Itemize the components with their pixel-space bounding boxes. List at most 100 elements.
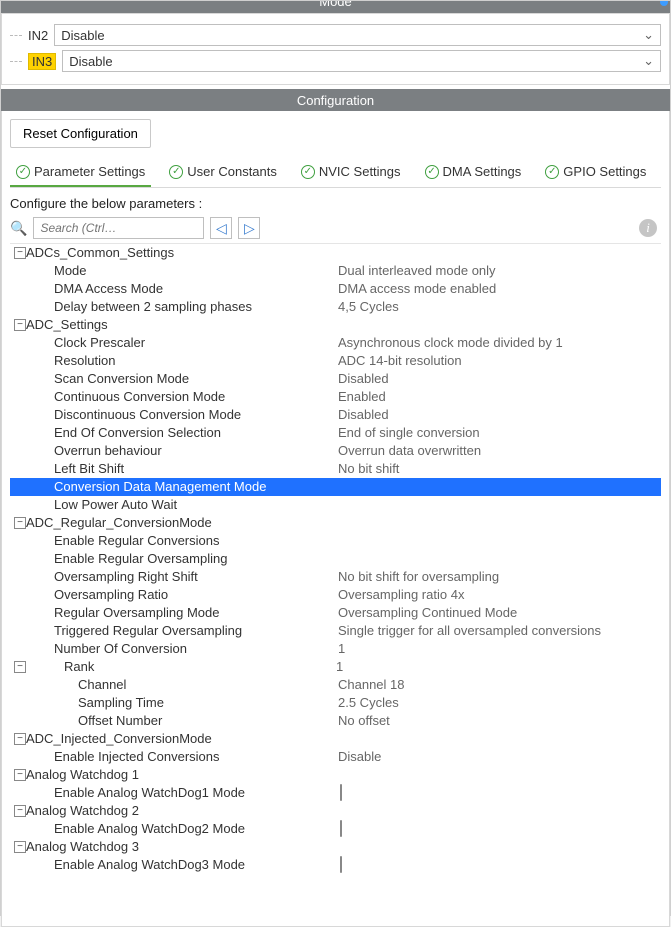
tree-row-label: Left Bit Shift xyxy=(28,460,338,478)
tree-param-row[interactable]: Triggered Regular OversamplingSingle tri… xyxy=(10,622,661,640)
tree-param-row[interactable]: Enable Analog WatchDog2 Mode xyxy=(10,820,661,838)
tree-param-row[interactable]: Left Bit ShiftNo bit shift xyxy=(10,460,661,478)
parameter-tree: −ADCs_Common_SettingsModeDual interleave… xyxy=(10,243,661,874)
tree-param-row[interactable]: ModeDual interleaved mode only xyxy=(10,262,661,280)
tree-param-row[interactable]: Number Of Conversion1 xyxy=(10,640,661,658)
search-input[interactable] xyxy=(33,217,204,239)
tree-row-label: Number Of Conversion xyxy=(28,640,338,658)
tree-param-row[interactable]: ChannelChannel 18 xyxy=(10,676,661,694)
tree-row-value[interactable] xyxy=(338,856,661,874)
tree-param-row[interactable]: Regular Oversampling ModeOversampling Co… xyxy=(10,604,661,622)
tree-param-row[interactable]: Low Power Auto Wait xyxy=(10,496,661,514)
tree-group-row[interactable]: −ADC_Settings xyxy=(10,316,661,334)
tree-param-row[interactable]: Delay between 2 sampling phases4,5 Cycle… xyxy=(10,298,661,316)
tab-dma-settings[interactable]: ✓DMA Settings xyxy=(419,158,528,187)
tree-row-label: Oversampling Ratio xyxy=(28,586,338,604)
tree-group-row[interactable]: −ADC_Injected_ConversionMode xyxy=(10,730,661,748)
tree-row-value: Oversampling Continued Mode xyxy=(338,604,661,622)
tree-param-row[interactable]: Enable Analog WatchDog1 Mode xyxy=(10,784,661,802)
tree-row-label: End Of Conversion Selection xyxy=(28,424,338,442)
tab-nvic-settings[interactable]: ✓NVIC Settings xyxy=(295,158,407,187)
tree-row-value: Channel 18 xyxy=(338,676,661,694)
mode-select-in2[interactable]: Disable ⌄ xyxy=(54,24,661,46)
tree-group-row[interactable]: −ADCs_Common_Settings xyxy=(10,244,661,262)
collapse-toggle-icon[interactable]: − xyxy=(14,733,26,745)
tree-param-row[interactable]: Overrun behaviourOverrun data overwritte… xyxy=(10,442,661,460)
tree-row-label: Discontinuous Conversion Mode xyxy=(28,406,338,424)
tree-param-row[interactable]: DMA Access ModeDMA access mode enabled xyxy=(10,280,661,298)
tree-param-row[interactable]: End Of Conversion SelectionEnd of single… xyxy=(10,424,661,442)
collapse-toggle-icon[interactable]: − xyxy=(14,517,26,529)
search-icon[interactable]: 🔍 xyxy=(10,220,27,237)
tree-param-row[interactable]: Clock PrescalerAsynchronous clock mode d… xyxy=(10,334,661,352)
tree-param-row[interactable]: Scan Conversion ModeDisabled xyxy=(10,370,661,388)
tree-param-row[interactable]: ResolutionADC 14-bit resolution xyxy=(10,352,661,370)
check-circle-icon: ✓ xyxy=(301,165,315,179)
tree-row-label: Triggered Regular Oversampling xyxy=(28,622,338,640)
info-icon[interactable]: i xyxy=(639,219,657,237)
tree-group-row[interactable]: −ADC_Regular_ConversionMode xyxy=(10,514,661,532)
tree-row-value[interactable] xyxy=(338,784,661,802)
tree-row-value: ADC 14-bit resolution xyxy=(338,352,661,370)
check-circle-icon: ✓ xyxy=(425,165,439,179)
mode-panel-title: Mode xyxy=(319,1,352,9)
tree-row-value: 1 xyxy=(338,640,661,658)
mode-panel-body: IN2 Disable ⌄ IN3 Disable ⌄ xyxy=(1,13,670,85)
configuration-panel-header: Configuration xyxy=(1,89,670,111)
tree-group-row[interactable]: −Analog Watchdog 1 xyxy=(10,766,661,784)
search-prev-button[interactable]: ◁ xyxy=(210,217,232,239)
tree-param-row[interactable]: Conversion Data Management ModeRegular C… xyxy=(10,478,661,496)
parameter-toolbar: 🔍 ◁ ▷ i xyxy=(10,217,661,239)
tree-row-value: Disable xyxy=(338,748,661,766)
reset-configuration-button[interactable]: Reset Configuration xyxy=(10,119,151,148)
tree-row-label: Sampling Time xyxy=(28,694,338,712)
tree-param-row[interactable]: Enable Injected ConversionsDisable xyxy=(10,748,661,766)
checkbox[interactable] xyxy=(340,856,342,873)
tree-row-label: Enable Analog WatchDog3 Mode xyxy=(28,856,338,874)
tree-row-label: Mode xyxy=(28,262,338,280)
tree-row-value: No bit shift xyxy=(338,460,661,478)
tree-param-row[interactable]: Enable Regular Oversampling xyxy=(10,550,661,568)
collapse-toggle-icon[interactable]: − xyxy=(14,661,26,673)
tree-row-label: Channel xyxy=(28,676,338,694)
tree-param-row[interactable]: Offset NumberNo offset xyxy=(10,712,661,730)
tab-gpio-settings[interactable]: ✓GPIO Settings xyxy=(539,158,652,187)
tree-param-row[interactable]: Oversampling RatioOversampling ratio 4x xyxy=(10,586,661,604)
tree-group-row[interactable]: −Rank1 xyxy=(10,658,661,676)
configure-parameters-label: Configure the below parameters : xyxy=(10,196,661,211)
tree-group-row[interactable]: −Analog Watchdog 3 xyxy=(10,838,661,856)
checkbox[interactable] xyxy=(340,784,342,801)
collapse-toggle-icon[interactable]: − xyxy=(14,319,26,331)
tree-param-row[interactable]: Oversampling Right ShiftNo bit shift for… xyxy=(10,568,661,586)
configuration-panel-body: Reset Configuration ✓Parameter Settings✓… xyxy=(1,111,670,927)
collapse-toggle-icon[interactable]: − xyxy=(14,247,26,259)
tree-param-row[interactable]: Discontinuous Conversion ModeDisabled xyxy=(10,406,661,424)
tree-param-row[interactable]: Enable Analog WatchDog3 Mode xyxy=(10,856,661,874)
tab-user-constants[interactable]: ✓User Constants xyxy=(163,158,283,187)
mode-select-in3[interactable]: Disable ⌄ xyxy=(62,50,661,72)
tree-param-row[interactable]: Continuous Conversion ModeEnabled xyxy=(10,388,661,406)
tree-row-label: Enable Injected Conversions xyxy=(28,748,338,766)
tree-row-value: Asynchronous clock mode divided by 1 xyxy=(338,334,661,352)
collapse-toggle-icon[interactable]: − xyxy=(14,841,26,853)
app-root: Mode IN2 Disable ⌄ IN3 Disable ⌄ Configu… xyxy=(0,0,671,916)
tree-param-row[interactable]: Enable Regular Conversions xyxy=(10,532,661,550)
tree-row-value: No offset xyxy=(338,712,661,730)
tree-row-value[interactable] xyxy=(338,820,661,838)
mode-header-indicator-icon xyxy=(660,1,668,6)
tree-row-label: Regular Oversampling Mode xyxy=(28,604,338,622)
collapse-toggle-icon[interactable]: − xyxy=(14,805,26,817)
checkbox[interactable] xyxy=(340,820,342,837)
config-tabbar: ✓Parameter Settings ✓User Constants ✓NVIC … xyxy=(10,158,661,188)
tree-row-value: Oversampling ratio 4x xyxy=(338,586,661,604)
collapse-toggle-icon[interactable]: − xyxy=(14,769,26,781)
tree-group-row[interactable]: −Analog Watchdog 2 xyxy=(10,802,661,820)
tree-row-label: Analog Watchdog 1 xyxy=(26,766,336,784)
tree-param-row[interactable]: Sampling Time2.5 Cycles xyxy=(10,694,661,712)
tree-row-label: Enable Analog WatchDog1 Mode xyxy=(28,784,338,802)
tree-row-label: Conversion Data Management Mode xyxy=(28,478,338,496)
search-next-button[interactable]: ▷ xyxy=(238,217,260,239)
tree-row-value: 1 xyxy=(336,658,661,676)
tab-parameter-settings[interactable]: ✓Parameter Settings xyxy=(10,158,151,187)
tree-row-label: ADC_Settings xyxy=(26,316,336,334)
